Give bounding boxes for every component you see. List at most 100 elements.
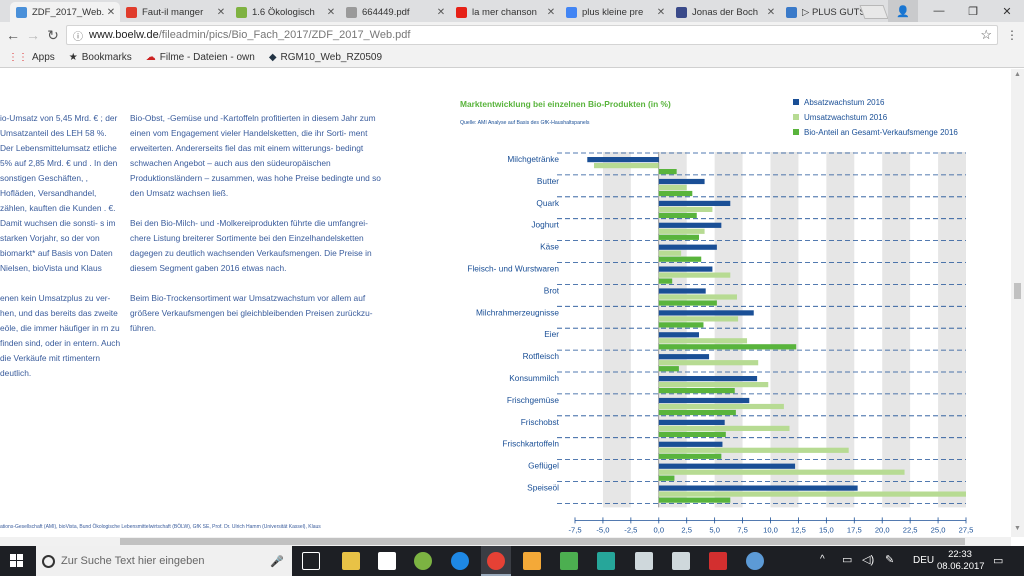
microphone-icon[interactable]: 🎤 [270,555,284,568]
tab[interactable]: 664449.pdf ✕ [340,2,450,22]
bookmarks-bar: ⋮⋮ Apps ★ Bookmarks ☁ Filme - Dateien - own ◆ R… [0,48,1024,68]
scroll-up-icon[interactable]: ▲ [1014,71,1021,78]
bookmark-item[interactable]: ☁ Filme - Dateien - own [146,52,255,63]
close-window-icon[interactable]: ✕ [990,0,1024,22]
x-tick-label: 12,5 [791,525,806,534]
clock-time[interactable]: 22:33 [945,549,975,560]
category-label: Joghurt [531,220,559,230]
vertical-scrollbar[interactable]: ▲ ▼ [1011,69,1024,537]
bar-bio-anteil [658,234,700,240]
category-label: Konsummilch [509,373,559,383]
address-bar[interactable]: ⓘ www.boelw.de/fileadmin/pics/Bio_Fach_2… [66,25,998,45]
acrobat-icon[interactable] [709,552,727,570]
tab[interactable]: Jonas der Boch ✕ [670,2,780,22]
tab[interactable]: 1.6 Ökologisch ✕ [230,2,340,22]
tab[interactable]: Faut-il manger ✕ [120,2,230,22]
bar-bio-anteil [658,278,673,284]
grid-band [882,152,911,508]
info-icon[interactable]: ⓘ [73,28,83,43]
close-tab-icon[interactable]: ✕ [325,7,337,18]
bar-absatz [658,354,710,360]
app-icon[interactable] [635,552,653,570]
reload-icon[interactable]: ↻ [44,26,62,44]
bar-absatz [658,419,725,425]
category-label: Butter [537,176,559,186]
green-site-icon [236,6,247,18]
category-label: Speiseöl [527,483,559,493]
app-icon[interactable] [746,552,764,570]
people-icon[interactable] [414,552,432,570]
bar-umsatz [658,184,687,191]
bar-umsatz [658,469,905,475]
x-tick-label: 5,0 [709,525,720,534]
paragraph: enen kein Umsatzplus zu ver- hen, und da… [0,293,121,378]
bar-umsatz [658,447,849,453]
edge-icon[interactable] [451,552,469,570]
taskbar-search-input[interactable]: Zur Suche Text hier eingeben 🎤 [36,546,292,576]
notifications-icon[interactable]: ▭ [993,554,1003,567]
task-view-icon[interactable] [302,552,320,570]
close-tab-icon[interactable]: ✕ [215,7,227,18]
new-tab-button[interactable] [859,5,889,19]
footer-sources: ations-Gesellschaft (AMI), bioVista, Bun… [0,524,321,530]
speaker-icon[interactable]: ◁) [862,553,874,566]
apps-grid-icon: ⋮⋮ [8,52,28,63]
star-icon: ★ [68,52,78,63]
back-arrow-icon[interactable]: ← [4,26,22,44]
chrome-taskbar-button[interactable] [481,546,511,576]
tab-bar: ZDF_2017_Web. ✕ Faut-il manger ✕ 1.6 Ökologi… [0,0,1024,22]
bar-absatz [658,332,700,338]
language-pen-icon[interactable]: ✎ [885,553,894,566]
app-icon[interactable] [597,552,615,570]
x-tick-label: 25,0 [931,525,946,534]
close-tab-icon[interactable]: ✕ [655,7,667,18]
bookmark-item[interactable]: ◆ RGM10_Web_RZ0509 [269,52,382,63]
windows-start-icon[interactable] [10,554,24,568]
google-icon [566,6,577,18]
store-icon[interactable] [378,552,396,570]
minimize-icon[interactable]: — [922,0,956,22]
search-icon [42,554,55,568]
bar-umsatz [658,491,966,497]
close-tab-icon[interactable]: ✕ [765,7,777,18]
search-placeholder: Zur Suche Text hier eingeben [61,555,205,567]
bookmark-item[interactable]: ⋮⋮ Apps [8,52,55,63]
close-tab-icon[interactable]: ✕ [435,7,447,18]
tab[interactable]: la mer chanson ✕ [450,2,560,22]
app-icon[interactable] [560,552,578,570]
tab[interactable]: plus kleine pre ✕ [560,2,670,22]
scroll-thumb[interactable] [1014,283,1021,299]
menu-kebab-icon[interactable]: ⋮ [1003,26,1021,44]
media-icon[interactable] [523,552,541,570]
profile-icon[interactable]: 👤 [888,0,918,22]
tab-title: 664449.pdf [362,6,410,18]
horizontal-scrollbar[interactable] [0,537,1011,546]
network-icon[interactable]: ▭ [842,553,852,566]
clock-date[interactable]: 08.06.2017 [937,561,985,572]
tray-chevron-icon[interactable]: ^ [820,554,825,565]
bar-absatz [658,288,706,294]
bar-umsatz [658,403,784,410]
forward-arrow-icon[interactable]: → [24,26,42,44]
category-label: Milchrahmerzeugnisse [476,307,559,317]
bookmark-star-icon[interactable]: ☆ [980,27,992,43]
category-label: Milchgetränke [507,154,559,164]
paragraph: Beim Bio-Trockensortiment war Umsatzwach… [130,293,373,333]
close-tab-icon[interactable]: ✕ [545,7,557,18]
app-icon[interactable] [672,552,690,570]
x-tick-label: 7,5 [737,525,748,534]
tab[interactable]: ZDF_2017_Web. ✕ [10,2,120,22]
close-tab-icon[interactable]: ✕ [105,7,117,18]
file-explorer-icon[interactable] [342,552,360,570]
bookmark-item[interactable]: ★ Bookmarks [69,52,132,63]
language-indicator[interactable]: DEU [913,555,934,566]
chart-title: Marktentwicklung bei einzelnen Bio-Produ… [460,99,671,109]
scroll-down-icon[interactable]: ▼ [1014,525,1021,532]
maximize-icon[interactable]: ❐ [956,0,990,22]
bookmark-label: Apps [32,52,55,63]
scroll-thumb[interactable] [120,538,965,545]
bar-absatz [658,376,758,382]
bar-absatz [658,178,705,185]
bar-bio-anteil [658,431,726,437]
tab-title: Faut-il manger [142,6,204,18]
